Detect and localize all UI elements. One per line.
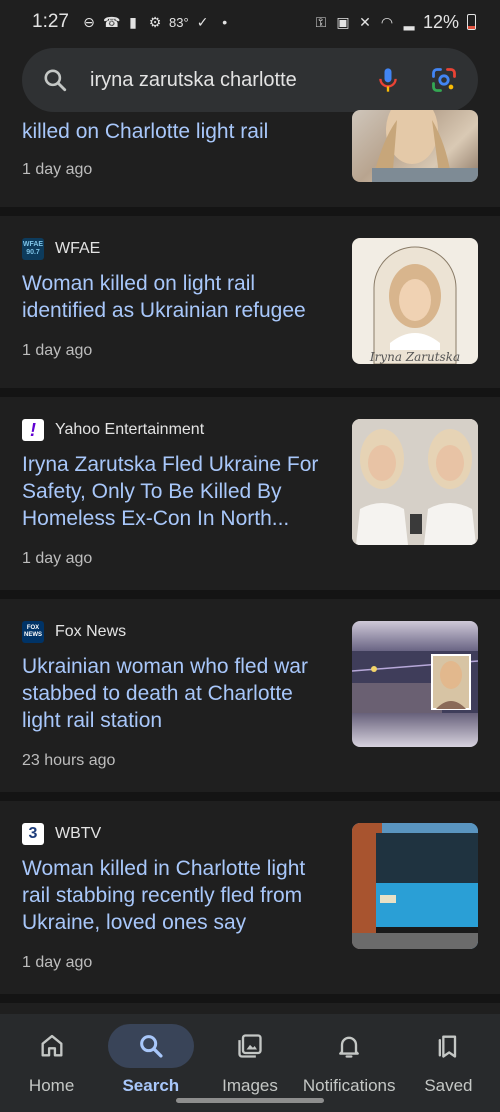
status-right: ⚿ ▣ ✕ ◠ ▂ 12% — [313, 12, 476, 33]
nav-home-label[interactable]: Home — [29, 1076, 74, 1096]
search-icon[interactable] — [42, 67, 68, 93]
result-time: 1 day ago — [22, 954, 93, 971]
nav-images-label[interactable]: Images — [222, 1076, 278, 1096]
station-scene-image — [352, 651, 478, 713]
gesture-home-indicator[interactable] — [176, 1098, 324, 1103]
portrait-image — [373, 246, 457, 364]
result-thumbnail[interactable]: Iryna Zarutska — [352, 238, 478, 364]
nav-saved-label[interactable]: Saved — [424, 1076, 472, 1096]
weather-app-icon: ⚙ — [148, 14, 162, 30]
wfae-logo-icon: WFAE 90.7 — [22, 238, 44, 260]
nav-images-pill[interactable] — [207, 1024, 293, 1068]
news-result[interactable]: 3 WBTV Woman killed in Charlotte light r… — [0, 801, 500, 1003]
result-thumbnail[interactable] — [352, 110, 478, 182]
nav-search-label[interactable]: Search — [122, 1076, 179, 1096]
nav-saved[interactable]: Saved — [399, 1014, 498, 1112]
mic-icon[interactable] — [374, 66, 402, 94]
search-bar[interactable]: iryna zarutska charlotte — [22, 48, 478, 112]
temperature: 83° — [168, 14, 189, 30]
bookmarks-icon — [439, 1035, 457, 1058]
check-circle-icon: ✓ — [196, 14, 209, 30]
result-time: 23 hours ago — [22, 752, 116, 769]
results-list: killed on Charlotte light rail 1 day ago… — [0, 110, 500, 1003]
yahoo-logo-icon: ! — [22, 419, 44, 441]
result-headline[interactable]: Woman killed in Charlotte light rail sta… — [22, 855, 334, 936]
news-result[interactable]: FOX NEWS Fox News Ukrainian woman who fl… — [0, 599, 500, 801]
result-thumbnail[interactable] — [352, 419, 478, 545]
result-headline[interactable]: killed on Charlotte light rail — [22, 118, 334, 145]
news-result[interactable]: killed on Charlotte light rail 1 day ago — [0, 110, 500, 216]
battery-icon — [467, 14, 476, 30]
two-portraits-image — [352, 419, 478, 545]
result-thumbnail[interactable] — [352, 823, 478, 949]
alert-icon: ▮ — [129, 14, 137, 30]
search-input[interactable]: iryna zarutska charlotte — [90, 69, 364, 92]
google-lens-icon[interactable] — [430, 66, 458, 94]
mute-icon: ✕ — [359, 14, 371, 30]
nav-home-pill[interactable] — [9, 1024, 95, 1068]
missed-call-icon: ☎ — [102, 14, 121, 30]
status-time: 1:27 — [32, 11, 69, 32]
bell-icon — [339, 1036, 360, 1058]
dnd-icon: ⊖ — [83, 14, 95, 30]
result-time: 1 day ago — [22, 550, 93, 567]
source-name: Yahoo Entertainment — [55, 421, 205, 438]
battery-percent: 12% — [422, 11, 459, 32]
nav-home[interactable]: Home — [2, 1014, 101, 1112]
light-rail-train-image — [352, 823, 478, 949]
nav-saved-pill[interactable] — [405, 1024, 491, 1068]
source-name: WFAE — [55, 240, 101, 257]
status-left: 1:27 ⊖ ☎ ▮ ⚙ 83° ✓ • — [32, 11, 233, 33]
fox-news-logo-icon: FOX NEWS — [22, 621, 44, 643]
nfc-icon: ▣ — [336, 14, 350, 30]
result-headline[interactable]: Ukrainian woman who fled war stabbed to … — [22, 653, 334, 734]
home-icon — [41, 1034, 63, 1057]
result-thumbnail[interactable] — [352, 621, 478, 747]
nav-notifications-pill[interactable] — [306, 1024, 392, 1068]
nav-notifications-label[interactable]: Notifications — [303, 1076, 396, 1096]
portrait-image — [372, 110, 478, 182]
search-icon — [139, 1035, 163, 1058]
wbtv-logo-icon: 3 — [22, 823, 44, 845]
result-headline[interactable]: Iryna Zarutska Fled Ukraine For Safety, … — [22, 451, 334, 532]
more-dot-icon: • — [222, 14, 228, 30]
source-name: WBTV — [55, 825, 102, 842]
signal-icon: ▂ — [403, 14, 415, 30]
vpn-key-icon: ⚿ — [315, 14, 327, 30]
news-result[interactable]: WFAE 90.7 WFAE Woman killed on light rai… — [0, 216, 500, 397]
nav-search-pill[interactable] — [107, 1024, 194, 1068]
images-icon — [238, 1034, 262, 1058]
news-result[interactable]: ! Yahoo Entertainment Iryna Zarutska Fle… — [0, 397, 500, 599]
source-name: Fox News — [55, 623, 127, 640]
wifi-icon: ◠ — [380, 14, 394, 30]
result-headline[interactable]: Woman killed on light rail identified as… — [22, 270, 334, 324]
status-bar: 1:27 ⊖ ☎ ▮ ⚙ 83° ✓ • ⚿ ▣ ✕ ◠ ▂ 12% — [0, 0, 500, 44]
thumb-caption: Iryna Zarutska — [369, 350, 461, 364]
